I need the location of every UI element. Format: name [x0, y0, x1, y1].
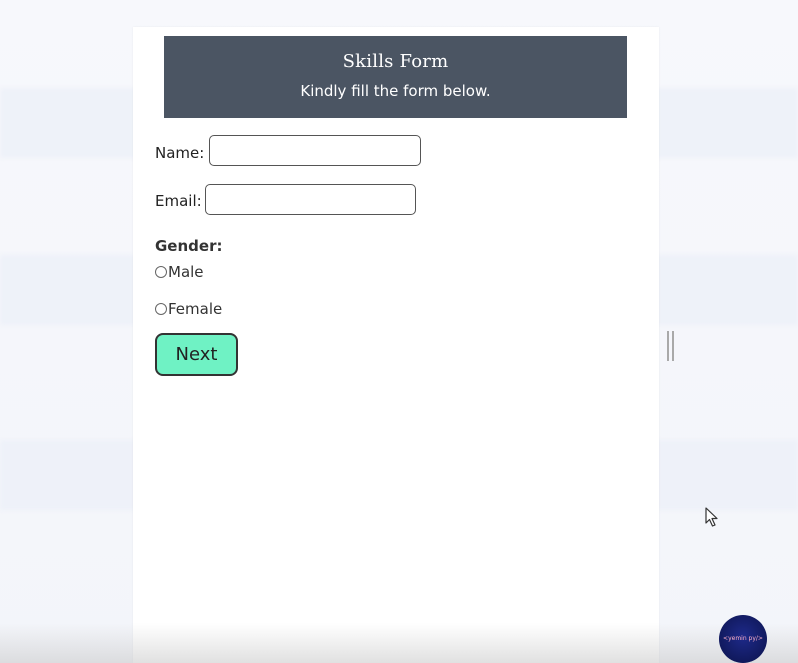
- resize-handle-icon[interactable]: [667, 331, 675, 361]
- form-header: Skills Form Kindly fill the form below.: [164, 36, 627, 118]
- gender-option-male[interactable]: Male: [155, 263, 204, 281]
- male-label: Male: [168, 263, 204, 281]
- male-radio[interactable]: [155, 266, 167, 278]
- mouse-pointer-icon: [705, 507, 718, 527]
- form-subtitle: Kindly fill the form below.: [300, 82, 491, 100]
- bottom-shadow: [0, 623, 798, 663]
- gender-label: Gender:: [155, 237, 223, 255]
- email-input[interactable]: [205, 184, 416, 215]
- name-label: Name:: [155, 144, 205, 162]
- form-panel: Skills Form Kindly fill the form below. …: [133, 27, 659, 663]
- gender-option-female[interactable]: Female: [155, 300, 222, 318]
- name-input[interactable]: [209, 135, 421, 166]
- form-title: Skills Form: [342, 51, 449, 72]
- channel-logo: <yemin py/>: [719, 615, 767, 663]
- screen: Skills Form Kindly fill the form below. …: [0, 0, 798, 663]
- female-label: Female: [168, 300, 223, 318]
- resize-grip-line: [672, 331, 674, 361]
- next-button[interactable]: Next: [155, 333, 238, 376]
- resize-grip-line: [667, 331, 669, 361]
- email-label: Email:: [155, 192, 202, 210]
- female-radio[interactable]: [155, 303, 167, 315]
